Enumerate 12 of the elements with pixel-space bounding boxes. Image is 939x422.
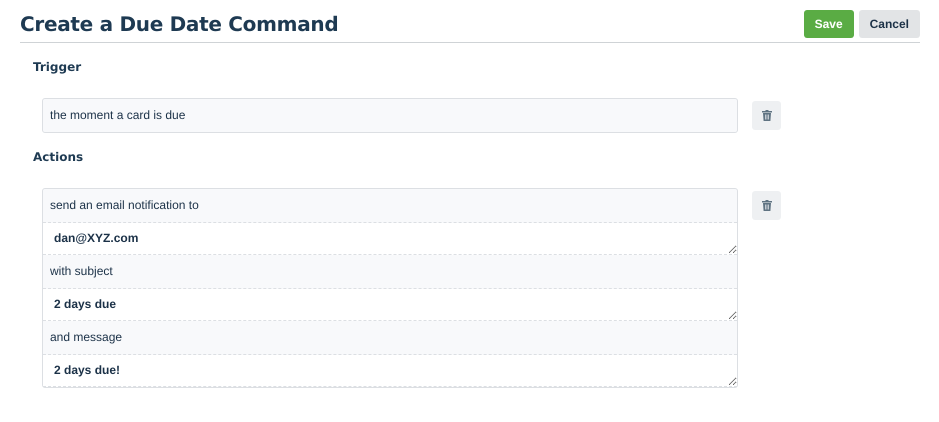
- cancel-button[interactable]: Cancel: [858, 10, 920, 38]
- page-title: Create a Due Date Command: [20, 12, 338, 36]
- section-heading: Trigger: [33, 60, 82, 74]
- input-field[interactable]: 2 days due: [43, 289, 737, 321]
- delete-button[interactable]: [752, 191, 781, 220]
- trash-icon: [762, 110, 772, 121]
- delete-button[interactable]: [752, 101, 781, 130]
- input-field[interactable]: 2 days due!: [43, 355, 737, 387]
- rule-text: the moment a card is due: [49, 107, 186, 124]
- trash-icon: [762, 200, 772, 211]
- section-heading: Actions: [33, 150, 84, 164]
- input-field[interactable]: dan@XYZ.com: [43, 223, 737, 255]
